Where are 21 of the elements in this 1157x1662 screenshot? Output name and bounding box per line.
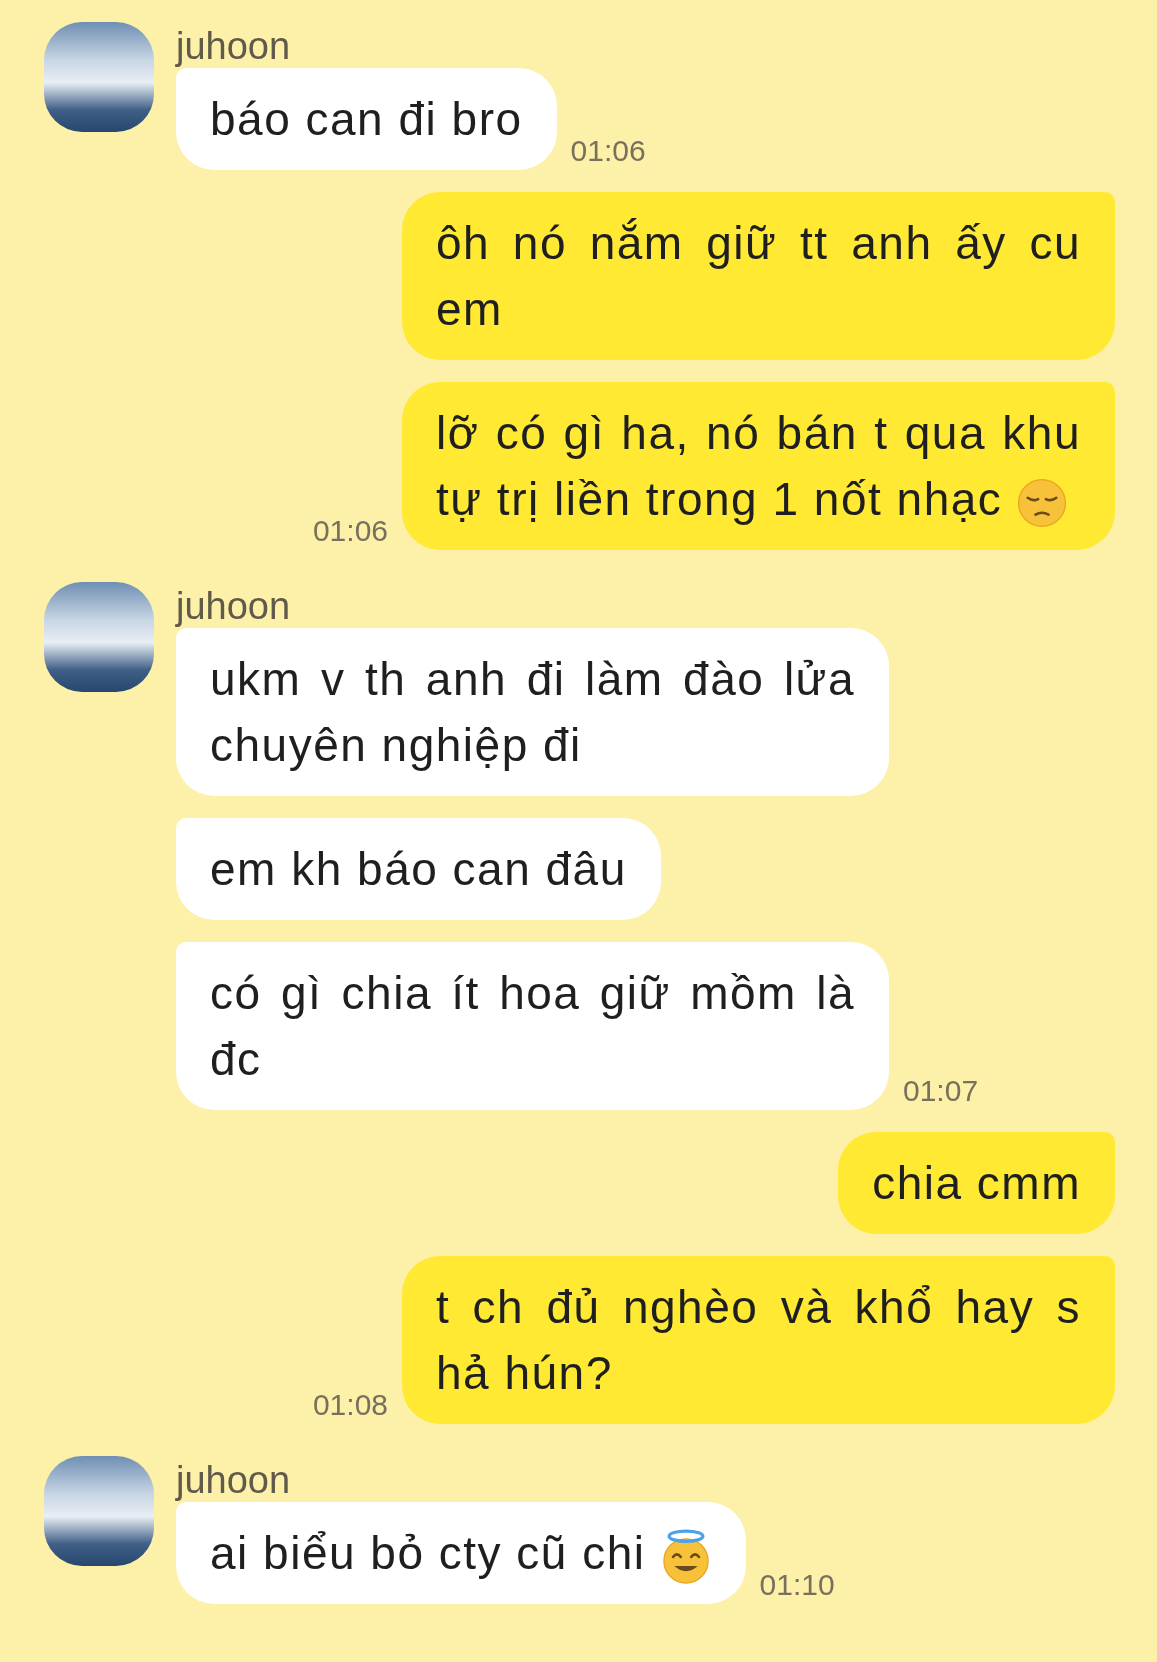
- message-bubble[interactable]: ôh nó nắm giữ tt anh ấy cu em: [402, 192, 1115, 360]
- message-bubble[interactable]: em kh báo can đâu: [176, 818, 661, 920]
- avatar-photo[interactable]: [44, 1456, 154, 1566]
- pensive-face-icon: [1016, 476, 1069, 529]
- message-bubble[interactable]: báo can đi bro: [176, 68, 557, 170]
- message-bubble[interactable]: lỡ có gì ha, nó bán t qua khu tự trị liền trong 1 nốt nhạc: [402, 382, 1115, 550]
- message-bubble[interactable]: có gì chia ít hoa giữ mồm là đc: [176, 942, 889, 1110]
- avatar-photo[interactable]: [44, 582, 154, 692]
- message-time: 01:10: [759, 1568, 835, 1602]
- sender-name: juhoon: [176, 586, 292, 626]
- message-bubble[interactable]: ukm v th anh đi làm đào lửa chuyên nghiệp đi: [176, 628, 889, 796]
- message-time: 01:06: [312, 514, 388, 548]
- message-time: 01:08: [312, 1388, 388, 1422]
- message-time: 01:07: [903, 1074, 979, 1108]
- message-time: 01:06: [570, 134, 646, 168]
- sender-name: juhoon: [176, 1460, 292, 1500]
- message-bubble[interactable]: chia cmm: [838, 1132, 1115, 1234]
- avatar-photo[interactable]: [44, 22, 154, 132]
- message-bubble[interactable]: ai biểu bỏ cty cũ chi: [176, 1502, 746, 1604]
- message-bubble[interactable]: t ch đủ nghèo và khổ hay s hả hún?: [402, 1256, 1115, 1424]
- sender-name: juhoon: [176, 26, 292, 66]
